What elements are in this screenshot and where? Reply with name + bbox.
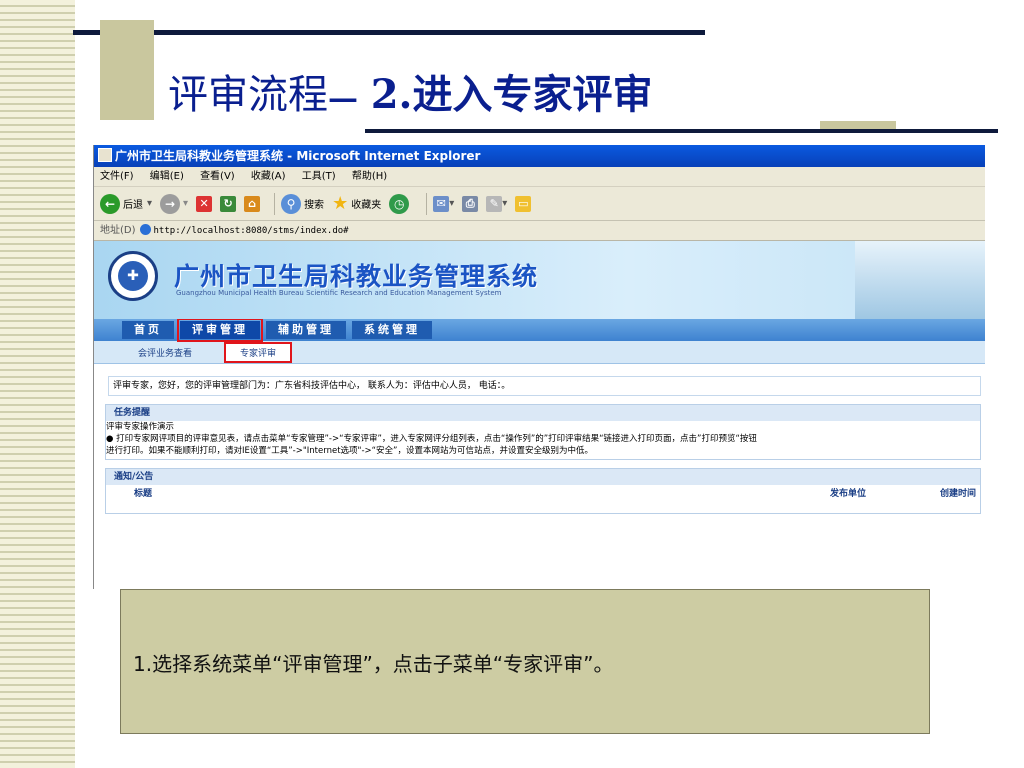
nav-system-management[interactable]: 系统管理 bbox=[352, 321, 432, 339]
notice-col-org: 发布单位 bbox=[829, 489, 866, 499]
menu-tools[interactable]: 工具(T) bbox=[302, 171, 336, 182]
header-decoration-image bbox=[855, 241, 985, 319]
menu-view[interactable]: 查看(V) bbox=[200, 171, 235, 182]
main-nav: 首页 评审管理 辅助管理 系统管理 bbox=[94, 318, 985, 342]
toolbar-separator bbox=[426, 192, 428, 215]
task-line: ● 打印专家网评项目的评审意见表，请点击菜单“专家管理”->“专家评审”，进入专… bbox=[106, 434, 757, 444]
notice-col-title: 标题 bbox=[134, 489, 153, 499]
welcome-message: 评审专家，您好，您的评审管理部门为：广东省科技评估中心， 联系人为：评估中心人员… bbox=[108, 376, 981, 396]
address-label: 地址(D) bbox=[100, 225, 136, 236]
forward-dropdown-icon[interactable]: ▾ bbox=[183, 198, 188, 209]
edit-dropdown-icon[interactable]: ▾ bbox=[502, 198, 507, 209]
browser-window-title: 广州市卫生局科教业务管理系统 - Microsoft Internet Expl… bbox=[115, 149, 481, 163]
nav-home[interactable]: 首页 bbox=[122, 321, 174, 339]
history-icon: ◷ bbox=[389, 193, 410, 214]
print-icon: ⎙ bbox=[462, 195, 479, 212]
refresh-button[interactable]: ↻ bbox=[220, 195, 237, 212]
menu-file[interactable]: 文件(F) bbox=[100, 171, 134, 182]
mail-button[interactable]: ✉ ▾ bbox=[433, 195, 454, 212]
search-icon: ⚲ bbox=[281, 193, 302, 214]
slide-title-step: 2.进入专家评审 bbox=[370, 71, 653, 118]
forward-arrow-icon: → bbox=[160, 193, 181, 214]
refresh-icon: ↻ bbox=[220, 195, 237, 212]
task-panel-title: 任务提醒 bbox=[106, 405, 980, 421]
sub-nav: 会评业务查看 专家评审 bbox=[94, 341, 985, 364]
forward-button[interactable]: → ▾ bbox=[160, 193, 188, 214]
star-icon: ★ bbox=[332, 193, 349, 214]
slide-title-dash: — bbox=[328, 81, 358, 116]
back-button-label: 后退 bbox=[123, 200, 143, 211]
task-panel-body: 评审专家操作演示 ● 打印专家网评项目的评审意见表，请点击菜单“专家管理”->“… bbox=[106, 421, 980, 459]
decorative-stripe-bar bbox=[0, 0, 75, 768]
menu-favorites[interactable]: 收藏(A) bbox=[251, 171, 286, 182]
slide-title: 评审流程— 2.进入专家评审 bbox=[168, 62, 652, 120]
menu-help[interactable]: 帮助(H) bbox=[352, 171, 387, 182]
notice-col-time: 创建时间 bbox=[939, 489, 976, 499]
search-button-label: 搜索 bbox=[304, 200, 325, 211]
back-button[interactable]: ← 后退 ▾ bbox=[100, 193, 152, 214]
favorites-button-label: 收藏夹 bbox=[351, 200, 382, 211]
home-button[interactable]: ⌂ bbox=[244, 195, 261, 212]
subnav-expert-review[interactable]: 专家评审 bbox=[224, 341, 293, 363]
browser-toolbar: ← 后退 ▾ → ▾ ✕ ↻ ⌂ ⚲ 搜索 ★ 收藏夹 ◷ ✉ ▾ ⎙ ✎ ▾ … bbox=[94, 187, 985, 221]
site-title: 广州市卫生局科教业务管理系统 bbox=[174, 262, 539, 291]
folder-button[interactable]: ▭ bbox=[515, 195, 532, 212]
task-reminder-panel: 任务提醒 评审专家操作演示 ● 打印专家网评项目的评审意见表，请点击菜单“专家管… bbox=[105, 404, 981, 460]
stop-icon: ✕ bbox=[196, 195, 213, 212]
subnav-meeting-review-view[interactable]: 会评业务查看 bbox=[124, 344, 206, 361]
task-line: 评审专家操作演示 bbox=[106, 422, 175, 432]
edit-page-icon: ✎ bbox=[486, 195, 503, 212]
address-input[interactable]: http://localhost:8080/stms/index.do# bbox=[154, 226, 349, 236]
back-dropdown-icon[interactable]: ▾ bbox=[147, 198, 152, 209]
decorative-khaki-square bbox=[100, 20, 154, 120]
menu-edit[interactable]: 编辑(E) bbox=[150, 171, 184, 182]
caption-box: 1.选择系统菜单“评审管理”，点击子菜单“专家评审”。 bbox=[120, 589, 930, 734]
emblem-center: ✚ bbox=[118, 261, 148, 291]
history-button[interactable]: ◷ bbox=[389, 193, 412, 214]
favorites-button[interactable]: ★ 收藏夹 bbox=[332, 193, 381, 214]
browser-screenshot: 广州市卫生局科教业务管理系统 - Microsoft Internet Expl… bbox=[93, 145, 985, 589]
ie-page-icon bbox=[139, 224, 151, 235]
nav-auxiliary-management[interactable]: 辅助管理 bbox=[266, 321, 346, 339]
health-bureau-emblem: ✚ bbox=[108, 251, 158, 301]
notice-table-header: 标题 发布单位 创建时间 bbox=[106, 485, 980, 503]
address-bar: 地址(D) http://localhost:8080/stms/index.do… bbox=[94, 221, 985, 241]
task-line: 进行打印。如果不能顺利打印，请对IE设置“工具”->"Internet选项"->… bbox=[106, 446, 593, 456]
slide-title-main: 评审流程 bbox=[168, 72, 328, 118]
browser-title-bar: 广州市卫生局科教业务管理系统 - Microsoft Internet Expl… bbox=[94, 145, 985, 167]
decorative-top-line bbox=[73, 30, 705, 35]
site-subtitle: Guangzhou Municipal Health Bureau Scient… bbox=[176, 289, 502, 297]
ie-page-icon bbox=[98, 148, 112, 162]
notice-list bbox=[106, 503, 980, 513]
nav-review-management[interactable]: 评审管理 bbox=[177, 318, 263, 342]
search-button[interactable]: ⚲ 搜索 bbox=[281, 193, 325, 214]
toolbar-separator bbox=[274, 192, 276, 215]
decorative-right-line bbox=[365, 129, 998, 133]
notice-panel-title: 通知/公告 bbox=[106, 469, 980, 485]
home-icon: ⌂ bbox=[244, 195, 261, 212]
site-header: ✚ 广州市卫生局科教业务管理系统 Guangzhou Municipal Hea… bbox=[94, 241, 985, 319]
stop-button[interactable]: ✕ bbox=[196, 195, 213, 212]
mail-icon: ✉ bbox=[433, 195, 450, 212]
folder-icon: ▭ bbox=[515, 195, 532, 212]
browser-menu-bar: 文件(F) 编辑(E) 查看(V) 收藏(A) 工具(T) 帮助(H) bbox=[94, 167, 985, 187]
mail-dropdown-icon[interactable]: ▾ bbox=[449, 198, 454, 209]
notice-panel: 通知/公告 标题 发布单位 创建时间 bbox=[105, 468, 981, 514]
print-button[interactable]: ⎙ bbox=[462, 195, 479, 212]
back-arrow-icon: ← bbox=[100, 193, 120, 214]
edit-button[interactable]: ✎ ▾ bbox=[486, 195, 507, 212]
caption-text: 1.选择系统菜单“评审管理”，点击子菜单“专家评审”。 bbox=[133, 652, 614, 676]
